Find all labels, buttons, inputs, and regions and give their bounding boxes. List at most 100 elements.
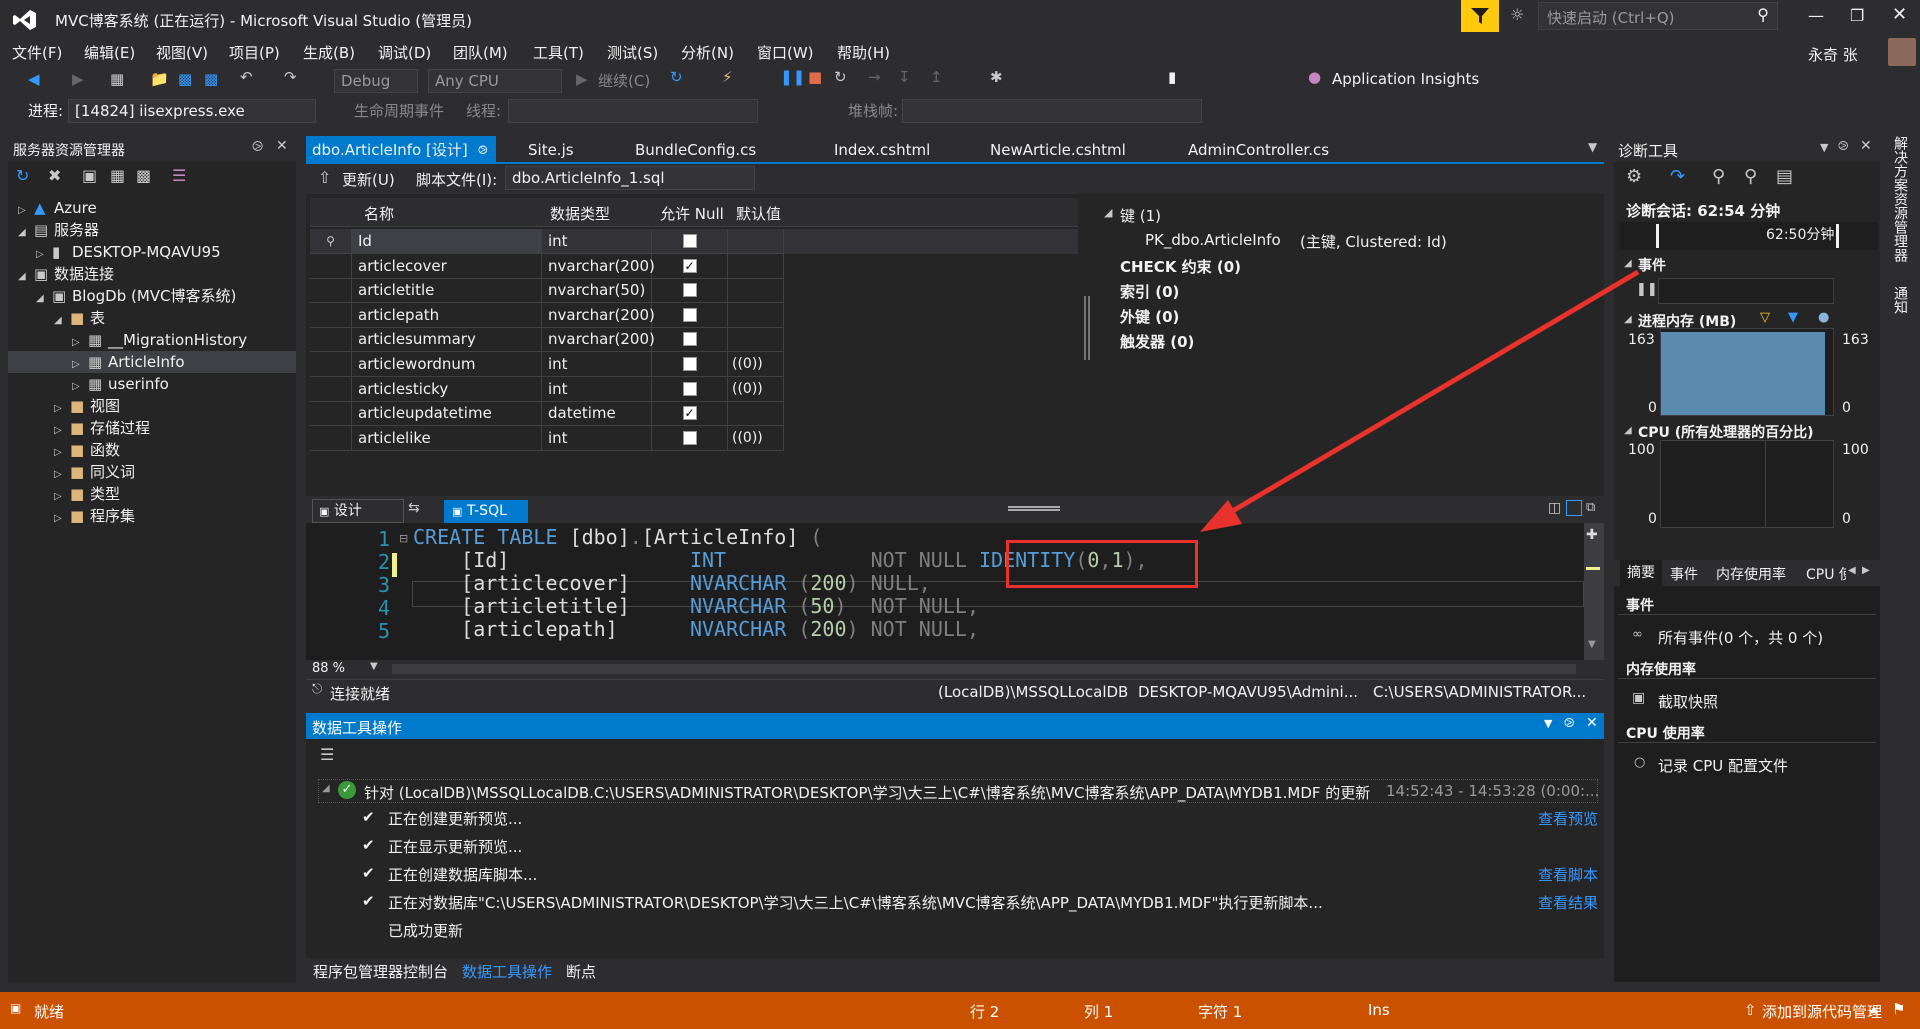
table-row[interactable]: articlelike int ((0)) xyxy=(310,425,1078,451)
allow-null-checkbox[interactable] xyxy=(682,357,697,371)
menu-window[interactable]: 窗口(W) xyxy=(757,42,814,63)
redo-icon[interactable]: ↷ xyxy=(284,68,297,86)
allow-null-checkbox-cell[interactable] xyxy=(652,352,728,377)
tab-bundleconfig-cs[interactable]: BundleConfig.cs xyxy=(635,136,756,164)
column-type[interactable]: int xyxy=(542,229,652,254)
tab-newarticle-cshtml[interactable]: NewArticle.cshtml xyxy=(990,136,1126,164)
notifications-bell-icon[interactable]: ⚑ xyxy=(1892,1000,1905,1018)
save-all-icon[interactable]: ▩ xyxy=(204,70,218,88)
notification-flag-icon[interactable] xyxy=(1461,0,1499,32)
scroll-down-arrow-icon[interactable]: ▼ xyxy=(1588,639,1596,650)
back-icon[interactable]: ◀ xyxy=(28,70,40,88)
step-out-icon[interactable]: ↥ xyxy=(930,68,943,86)
close-icon[interactable]: ✕ xyxy=(1586,715,1598,731)
operation-step-link[interactable]: 查看预览 xyxy=(1538,808,1598,829)
user-name[interactable]: 永奇 张 xyxy=(1808,44,1858,65)
column-type[interactable]: int xyxy=(542,376,652,402)
refresh-icon[interactable]: ↻ xyxy=(670,68,683,86)
row-selector[interactable] xyxy=(310,253,352,279)
primary-key-icon[interactable]: ⚲ xyxy=(310,229,352,254)
tab-package-manager-console[interactable]: 程序包管理器控制台 xyxy=(313,961,448,982)
table-row[interactable]: articlecover nvarchar(200) ✓ xyxy=(310,253,1078,279)
column-default[interactable] xyxy=(728,278,784,304)
table-row[interactable]: articleupdatetime datetime ✓ xyxy=(310,401,1078,427)
bookmark-icon[interactable]: ▮ xyxy=(1168,68,1176,86)
record-cpu-profile-button[interactable]: 记录 CPU 配置文件 xyxy=(1658,755,1788,776)
tree-item[interactable]: ◢ ▤ 服务器 xyxy=(8,219,296,241)
allow-null-checkbox[interactable] xyxy=(682,234,697,248)
step-into-icon[interactable]: ↧ xyxy=(898,68,911,86)
allow-null-checkbox[interactable] xyxy=(682,430,697,445)
table-row[interactable]: articlewordnum int ((0)) xyxy=(310,352,1078,377)
allow-null-checkbox-cell[interactable] xyxy=(652,229,728,254)
take-snapshot-button[interactable]: 截取快照 xyxy=(1658,691,1718,712)
app-insights-button[interactable]: Application Insights xyxy=(1332,70,1479,88)
tree-item[interactable]: ▷ ▦ userinfo xyxy=(8,373,296,395)
column-type[interactable]: int xyxy=(542,352,652,377)
tree-item[interactable]: ◢ ■ 表 xyxy=(8,307,296,329)
tree-item[interactable]: ▷ ■ 视图 xyxy=(8,395,296,417)
row-selector[interactable] xyxy=(310,425,352,451)
tab-breakpoints[interactable]: 断点 xyxy=(566,961,596,982)
source-control-up-icon[interactable]: ⇧ xyxy=(1744,1001,1757,1019)
menu-analyze[interactable]: 分析(N) xyxy=(681,42,734,63)
tab-overflow-chevron-icon[interactable]: ▼ xyxy=(1588,140,1597,154)
allow-null-checkbox-cell[interactable]: ✓ xyxy=(652,401,728,427)
source-control-dropdown-icon[interactable]: ▲ xyxy=(1870,1004,1878,1015)
pin-icon[interactable]: ⧁ xyxy=(1838,139,1848,154)
config-dropdown[interactable]: Debug xyxy=(334,69,418,93)
new-project-icon[interactable]: ▦ xyxy=(110,70,124,88)
expand-arrow-icon[interactable]: ▷ xyxy=(54,508,70,530)
menu-edit[interactable]: 编辑(E) xyxy=(84,42,135,63)
zoom-level[interactable]: 88 % xyxy=(312,661,345,676)
pane-tab-design[interactable]: ▣ 设计 xyxy=(312,499,404,523)
column-type[interactable]: datetime xyxy=(542,401,652,427)
column-name[interactable]: Id xyxy=(352,229,542,254)
tab-scroll-right-icon[interactable]: ▶ xyxy=(1862,565,1870,576)
continue-button[interactable]: 继续(C) xyxy=(598,70,650,91)
app-insights-icon[interactable]: ● xyxy=(1308,68,1321,86)
forward-icon[interactable]: ▶ xyxy=(72,70,84,88)
tab-dbo-articleinfo-design[interactable]: dbo.ArticleInfo [设计] ⧁ xyxy=(306,136,496,164)
tab-admincontroller-cs[interactable]: AdminController.cs xyxy=(1188,136,1329,164)
pane-splitter-grip[interactable] xyxy=(1008,506,1060,511)
rail-solution-explorer[interactable]: 解决方案资源管理器 xyxy=(1890,136,1910,262)
script-file-dropdown[interactable]: dbo.ArticleInfo_1.sql xyxy=(505,166,755,190)
stackframe-dropdown[interactable] xyxy=(902,99,1202,123)
column-name[interactable]: articlesummary xyxy=(352,327,542,353)
column-type[interactable]: nvarchar(200) xyxy=(542,253,655,279)
column-default[interactable] xyxy=(728,302,784,328)
connect-database-icon[interactable]: ▣ xyxy=(82,166,97,185)
menu-team[interactable]: 团队(M) xyxy=(453,42,508,63)
row-selector[interactable] xyxy=(310,278,352,304)
tree-item[interactable]: ▷ ▲ Azure xyxy=(8,197,296,219)
table-row[interactable]: articlepath nvarchar(200) xyxy=(310,302,1078,328)
row-selector[interactable] xyxy=(310,302,352,328)
clear-list-icon[interactable]: ☰ xyxy=(320,745,334,764)
keys-label[interactable]: 键 (1) xyxy=(1120,205,1161,226)
horizontal-scrollbar[interactable] xyxy=(392,664,1576,674)
tree-item[interactable]: ▷ ■ 程序集 xyxy=(8,505,296,527)
allow-null-checkbox-cell[interactable] xyxy=(652,278,728,304)
column-name[interactable]: articletitle xyxy=(352,278,542,304)
triggers[interactable]: 触发器 (0) xyxy=(1120,331,1194,352)
column-type[interactable]: nvarchar(200) xyxy=(542,302,655,328)
avatar[interactable] xyxy=(1888,38,1916,66)
all-events-link[interactable]: 所有事件(0 个，共 0 个) xyxy=(1658,627,1823,648)
reset-view-icon[interactable]: ▤ xyxy=(1776,166,1793,187)
operation-step-link[interactable]: 查看结果 xyxy=(1538,892,1598,913)
pin-icon[interactable]: ⧁ xyxy=(478,136,488,164)
add-to-source-control[interactable]: 添加到源代码管理 xyxy=(1762,1001,1882,1022)
diag-tab-events[interactable]: 事件 xyxy=(1670,564,1698,584)
allow-null-checkbox-cell[interactable] xyxy=(652,302,728,328)
column-name[interactable]: articlecover xyxy=(352,253,542,279)
allow-null-checkbox[interactable]: ✓ xyxy=(682,406,697,421)
tree-item[interactable]: ◢ ▣ 数据连接 xyxy=(8,263,296,285)
table-row[interactable]: articlesticky int ((0)) xyxy=(310,376,1078,402)
menu-test[interactable]: 测试(S) xyxy=(607,42,658,63)
column-type[interactable]: nvarchar(200) xyxy=(542,327,655,353)
allow-null-checkbox-cell[interactable] xyxy=(652,327,728,353)
column-name[interactable]: articlesticky xyxy=(352,376,542,402)
feedback-icon[interactable]: ☼ xyxy=(1510,5,1524,24)
zoom-in-icon[interactable]: ⚲ xyxy=(1712,166,1725,187)
